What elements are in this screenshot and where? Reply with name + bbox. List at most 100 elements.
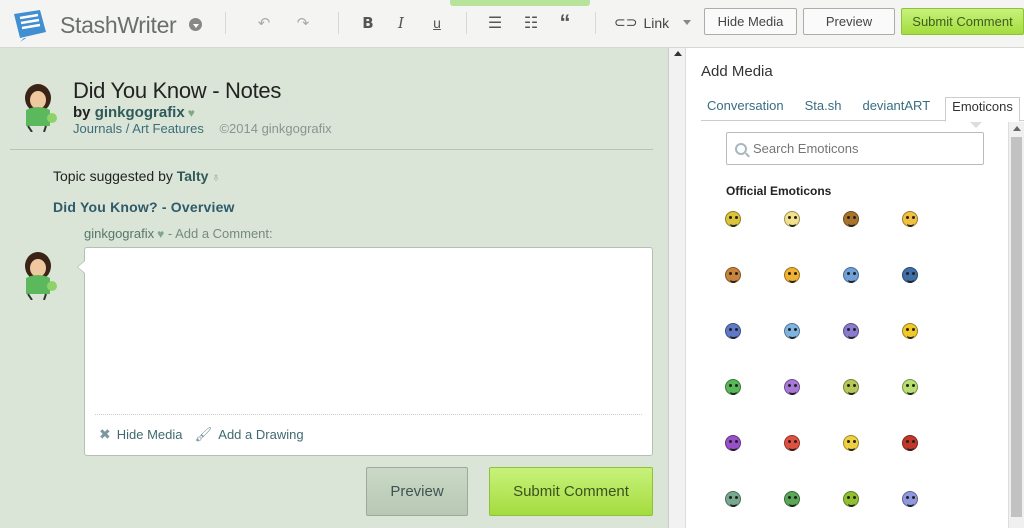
emoticon-ghost-icon[interactable] (899, 488, 921, 510)
emoticon-blob-icon[interactable] (840, 488, 862, 510)
italic-icon[interactable]: I (391, 13, 411, 33)
emoticon-green-laugh-icon[interactable] (722, 376, 744, 398)
collapse-up-icon[interactable] (674, 51, 682, 56)
overview-link[interactable]: Did You Know? - Overview (53, 199, 235, 215)
emoticon-tongue-icon[interactable] (899, 208, 921, 230)
tab-emoticons[interactable]: Emoticons (945, 97, 1020, 128)
panel-title: Add Media (701, 63, 773, 80)
panel-scrollbar[interactable] (1008, 122, 1024, 528)
redo-icon[interactable]: ↷ (293, 13, 313, 33)
emoticon-lime-icon[interactable] (899, 376, 921, 398)
scroll-up-icon[interactable] (1013, 126, 1021, 131)
numbered-list-icon[interactable]: ☷ (521, 13, 541, 33)
emoticon-worried-icon[interactable] (840, 432, 862, 454)
panel-splitter[interactable] (668, 48, 686, 528)
byline-prefix: by (73, 104, 91, 121)
search-icon (735, 142, 747, 155)
author-avatar[interactable] (18, 82, 62, 132)
bulleted-list-icon[interactable]: ☰ (485, 13, 505, 33)
breadcrumb: Journals / Art Features ©2014 ginkgograf… (73, 121, 332, 136)
breadcrumb-separator: / (125, 121, 130, 136)
add-comment-label: - Add a Comment: (167, 226, 273, 241)
commenter-avatar (25, 252, 57, 300)
submit-comment-button[interactable]: Submit Comment (901, 8, 1024, 35)
emoticon-face (843, 491, 859, 507)
app-menu-dropdown-icon[interactable] (189, 18, 202, 31)
tab-deviantart[interactable]: deviantART (856, 97, 936, 121)
undo-icon[interactable]: ↶ (254, 13, 274, 33)
comment-divider (95, 414, 642, 415)
emoticon-purple-icon[interactable] (781, 376, 803, 398)
scrollbar-thumb[interactable] (1011, 137, 1022, 517)
journal-title: Did You Know - Notes (73, 78, 282, 103)
heart-icon: ♥ (157, 227, 165, 241)
emoticon-face (725, 379, 741, 395)
emoticon-face (843, 211, 859, 227)
tab-conversation[interactable]: Conversation (701, 97, 790, 121)
active-format-indicator (450, 0, 590, 6)
emoticon-sad-blue-icon[interactable] (840, 264, 862, 286)
stashwriter-logo[interactable]: StashWriter (12, 8, 177, 42)
commenter-link[interactable]: ginkgografix (84, 226, 154, 241)
emoticon-search-input[interactable] (753, 141, 973, 156)
emoticon-face (725, 267, 741, 283)
emoticon-face (784, 323, 800, 339)
emoticon-cool-icon[interactable] (840, 208, 862, 230)
emoticon-cold-icon[interactable] (781, 320, 803, 342)
hide-media-button[interactable]: Hide Media (704, 8, 797, 35)
emoticon-face (784, 491, 800, 507)
emoticon-face (902, 379, 918, 395)
emoticon-dizzy-icon[interactable] (722, 320, 744, 342)
add-media-panel: Add Media Conversation Sta.sh deviantART… (686, 48, 1024, 528)
emoticon-face (784, 211, 800, 227)
emoticon-face (902, 323, 918, 339)
emoticon-face (843, 323, 859, 339)
underline-icon[interactable]: u (427, 13, 447, 33)
emoticon-grin-icon[interactable] (781, 208, 803, 230)
media-tabs: Conversation Sta.sh deviantART Emoticons (701, 97, 1024, 128)
emoticon-section-title: Official Emoticons (726, 184, 832, 198)
hide-media-link[interactable]: ✖ Hide Media (99, 426, 183, 443)
breadcrumb-journals[interactable]: Journals (73, 121, 122, 136)
comment-preview-button[interactable]: Preview (366, 467, 468, 516)
emoticon-face (725, 323, 741, 339)
topic-user-link[interactable]: Talty (177, 168, 209, 184)
tab-stash[interactable]: Sta.sh (799, 97, 848, 121)
emoticon-smile-icon[interactable] (722, 208, 744, 230)
emoticon-face (725, 435, 741, 451)
emoticon-angry-blue-icon[interactable] (899, 264, 921, 286)
app-name: StashWriter (60, 11, 177, 38)
emoticon-tan-icon[interactable] (722, 264, 744, 286)
bold-icon[interactable]: B (358, 13, 378, 33)
blockquote-icon[interactable]: “ (555, 10, 575, 35)
close-x-icon: ✖ (99, 426, 111, 442)
emoticon-face (902, 211, 918, 227)
editor-toolbar: StashWriter ↶ ↷ B I u ☰ ☷ “ ⊂⊃ Link Hide… (0, 0, 1024, 48)
emoticon-wink-gold-icon[interactable] (899, 320, 921, 342)
link-button[interactable]: ⊂⊃ Link (614, 14, 692, 31)
hide-media-label: Hide Media (116, 427, 183, 442)
author-link[interactable]: ginkgografix (95, 104, 185, 121)
comment-submit-button[interactable]: Submit Comment (489, 467, 653, 516)
toolbar-separator (466, 12, 467, 34)
toolbar-separator (595, 12, 596, 34)
emoticon-purple-wave-icon[interactable] (840, 320, 862, 342)
emoticon-face (902, 435, 918, 451)
emoticon-pair-icon[interactable] (722, 488, 744, 510)
emoticon-green-icon[interactable] (781, 488, 803, 510)
emoticon-violet-icon[interactable] (722, 432, 744, 454)
emoticon-face (843, 379, 859, 395)
comment-textarea[interactable]: ✖ Hide Media 🖌 Add a Drawing (77, 247, 653, 456)
stashwriter-logo-icon (14, 10, 46, 42)
breadcrumb-art-features[interactable]: Art Features (132, 121, 204, 136)
emoticon-face (784, 435, 800, 451)
emoticon-neutral-icon[interactable] (781, 264, 803, 286)
emoticon-olive-icon[interactable] (840, 376, 862, 398)
emoticon-red-icon[interactable] (781, 432, 803, 454)
preview-button[interactable]: Preview (803, 8, 895, 35)
emoticon-mad-icon[interactable] (899, 432, 921, 454)
add-drawing-link[interactable]: 🖌 Add a Drawing (195, 426, 304, 443)
emoticon-face (784, 267, 800, 283)
emoticon-search[interactable] (726, 132, 984, 165)
journal-byline: by ginkgografix ♥ (73, 104, 195, 121)
